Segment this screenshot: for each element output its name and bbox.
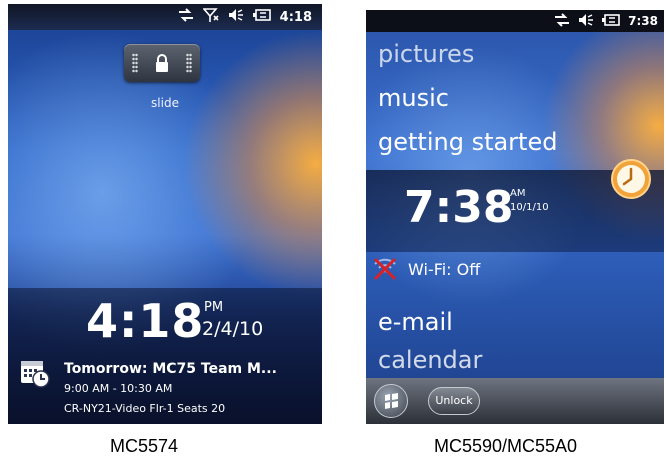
sync-icon — [178, 8, 194, 26]
grip-left — [132, 53, 138, 73]
appointment-title[interactable]: Tomorrow: MC75 Team M... — [64, 361, 277, 377]
menu-item-pictures[interactable]: pictures — [378, 40, 474, 68]
menu-item-calendar[interactable]: calendar — [378, 346, 482, 374]
mc5590-home-screen: 7:38 pictures music getting started 7:38… — [366, 10, 664, 424]
grip-right — [186, 53, 192, 73]
battery-charging-icon — [252, 8, 271, 26]
wifi-off-icon — [373, 257, 397, 281]
status-time: 7:38 — [628, 14, 658, 28]
appointment-time: 9:00 AM - 10:30 AM — [64, 382, 173, 395]
calendar-icon — [21, 361, 50, 388]
speaker-icon — [228, 8, 244, 26]
windows-logo-icon — [385, 393, 398, 409]
status-bar: 7:38 — [366, 10, 664, 32]
menu-item-email[interactable]: e-mail — [378, 308, 453, 336]
slide-lock-handle[interactable] — [124, 44, 200, 82]
menu-item-getting-started[interactable]: getting started — [378, 128, 557, 156]
caption-left: MC5574 — [110, 436, 179, 456]
taskbar — [366, 378, 664, 424]
signal-off-icon — [201, 7, 219, 27]
lock-icon — [156, 54, 168, 72]
clock-date: 10/1/10 — [510, 202, 549, 213]
battery-charging-icon — [602, 13, 620, 30]
mc5574-lock-screen: 4:18 slide 4:18 PM 2/4/10 Tomorrow: MC75… — [8, 4, 322, 424]
appointment-location: CR-NY21-Video Flr-1 Seats 20 — [64, 402, 226, 415]
clock-time[interactable]: 7:38 — [404, 182, 513, 233]
unlock-button[interactable]: Unlock — [428, 387, 480, 415]
menu-item-music[interactable]: music — [378, 84, 449, 112]
caption-right: MC5590/MC55A0 — [434, 436, 578, 456]
clock-icon — [611, 159, 651, 199]
speaker-icon — [578, 13, 594, 30]
slide-hint: slide — [151, 96, 179, 110]
status-bar: 4:18 — [8, 4, 322, 30]
status-time: 4:18 — [279, 9, 312, 25]
clock-date: 2/4/10 — [202, 318, 264, 340]
sync-icon — [554, 12, 570, 30]
clock-ampm: AM — [510, 188, 526, 199]
clock-ampm: PM — [204, 300, 224, 315]
start-button[interactable] — [374, 384, 408, 418]
clock-time: 4:18 — [86, 294, 205, 348]
wifi-status[interactable]: Wi-Fi: Off — [408, 260, 480, 279]
